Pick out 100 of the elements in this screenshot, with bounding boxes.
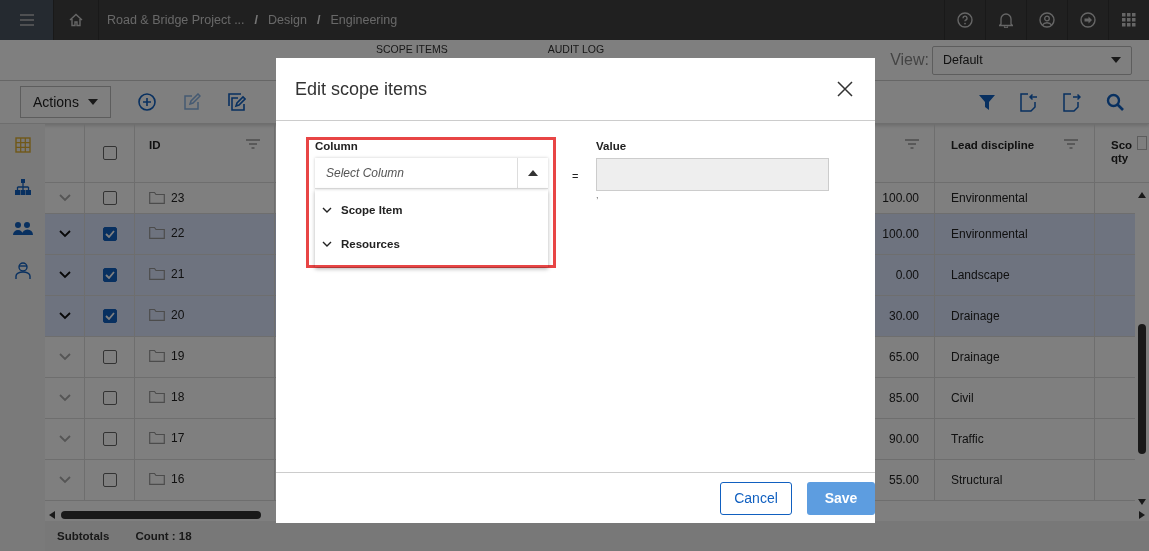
field-note: ,: [596, 191, 600, 199]
menu-option[interactable]: Resources: [315, 227, 548, 261]
search-icon[interactable]: [1106, 93, 1124, 111]
user-icon[interactable]: [1039, 12, 1055, 28]
column-dropdown[interactable]: Select Column: [315, 158, 548, 189]
field-label: Value: [596, 140, 628, 152]
folder-icon: [149, 390, 165, 403]
table-cell: 18: [171, 390, 185, 404]
bulk-edit-icon[interactable]: [228, 93, 246, 111]
row-checkbox[interactable]: [102, 309, 117, 323]
field-label: Column: [315, 140, 359, 152]
apps-icon[interactable]: [1122, 13, 1136, 27]
view-dropdown[interactable]: Default: [932, 45, 1132, 75]
edit-icon[interactable]: [183, 93, 201, 111]
table-cell: Environmental: [951, 191, 1028, 205]
chevron-icon[interactable]: [58, 435, 71, 443]
chevron-icon: [322, 207, 332, 213]
column-filter-icon[interactable]: [905, 139, 919, 149]
chevron-icon[interactable]: [58, 312, 71, 320]
filter-icon[interactable]: [979, 94, 995, 110]
chevron-icon[interactable]: [58, 271, 71, 279]
table-cell: 17: [171, 431, 185, 445]
column-filter-icon[interactable]: [246, 139, 260, 149]
table-cell: Civil: [951, 391, 974, 405]
table-cell: Environmental: [951, 227, 1028, 241]
table-cell: 16: [171, 472, 185, 486]
breadcrumb-link[interactable]: Engineering: [330, 13, 398, 27]
table-cell: Structural: [951, 473, 1003, 487]
table-cell: 21: [171, 267, 185, 281]
bell-icon[interactable]: [999, 12, 1013, 28]
menu-icon[interactable]: [19, 14, 34, 26]
column-header[interactable]: ID: [149, 139, 161, 151]
table-cell: 19: [171, 349, 185, 363]
table-cell: 20: [171, 308, 185, 322]
cancel-button[interactable]: Cancel: [720, 481, 792, 515]
chevron-icon: [322, 241, 332, 247]
table-cell: Landscape: [951, 268, 1010, 282]
row-count: Count : 18: [135, 530, 192, 542]
caret-icon: [88, 99, 98, 105]
table-cell: 30.00: [888, 309, 919, 323]
dialog-title: Edit scope items: [295, 78, 428, 100]
table-cell: 0.00: [895, 268, 919, 282]
save-button[interactable]: Save: [807, 481, 875, 515]
view-label: View:: [890, 51, 929, 69]
chevron-icon[interactable]: [58, 230, 71, 238]
folder-icon: [149, 267, 165, 280]
table-cell: 100.00: [882, 191, 919, 205]
add-icon[interactable]: [138, 93, 156, 111]
select-all-checkbox[interactable]: [102, 146, 117, 160]
equals-sign: =: [572, 170, 580, 182]
logout-icon[interactable]: [1080, 12, 1096, 28]
column-filter-icon[interactable]: [1064, 139, 1078, 149]
row-checkbox[interactable]: [102, 227, 117, 241]
caret-icon: [528, 170, 538, 176]
chevron-icon[interactable]: [58, 476, 71, 484]
subtotals-label: Subtotals: [57, 530, 110, 542]
folder-icon: [149, 349, 165, 362]
table-cell: Drainage: [951, 309, 1000, 323]
row-checkbox[interactable]: [102, 391, 117, 405]
hierarchy-icon[interactable]: [14, 179, 31, 195]
folder-icon: [149, 472, 165, 485]
tab[interactable]: SCOPE ITEMS: [376, 43, 448, 55]
folder-icon: [149, 191, 165, 204]
breadcrumb-separator: /: [316, 13, 322, 27]
chevron-icon[interactable]: [58, 353, 71, 361]
tab[interactable]: AUDIT LOG: [547, 43, 605, 55]
close-icon[interactable]: [837, 81, 853, 97]
row-checkbox[interactable]: [102, 432, 117, 446]
row-checkbox[interactable]: [102, 191, 117, 205]
column-header[interactable]: Lead discipline: [951, 139, 1035, 151]
table-cell: 23: [171, 191, 185, 205]
help-icon[interactable]: [957, 12, 973, 28]
row-checkbox[interactable]: [102, 350, 117, 364]
table-cell: 65.00: [888, 350, 919, 364]
table-cell: 22: [171, 226, 185, 240]
column-header[interactable]: Sco qty: [1111, 139, 1135, 165]
chevron-icon[interactable]: [58, 194, 71, 202]
row-checkbox[interactable]: [102, 473, 117, 487]
actions-dropdown[interactable]: Actions: [20, 86, 111, 118]
scroll-left-icon[interactable]: [49, 510, 55, 519]
breadcrumb-link[interactable]: Design: [268, 13, 307, 27]
table-cell: Drainage: [951, 350, 1000, 364]
breadcrumb-separator: /: [253, 13, 260, 27]
scroll-down-icon[interactable]: [1138, 499, 1146, 505]
menu-option[interactable]: Scope Item: [315, 193, 548, 227]
worker-icon[interactable]: [14, 261, 31, 279]
import-icon[interactable]: [1020, 92, 1038, 112]
table-cell: 90.00: [888, 432, 919, 446]
table-cell: 100.00: [882, 227, 919, 241]
export-icon[interactable]: [1063, 92, 1081, 112]
chevron-icon[interactable]: [58, 394, 71, 402]
scroll-up-icon[interactable]: [1138, 192, 1146, 198]
scroll-right-icon[interactable]: [1139, 510, 1145, 519]
people-icon[interactable]: [12, 221, 33, 235]
breadcrumb-link[interactable]: Road & Bridge Project ...: [107, 13, 245, 27]
table-cell: Traffic: [951, 432, 984, 446]
row-checkbox[interactable]: [102, 268, 117, 282]
home-icon[interactable]: [69, 13, 83, 27]
table-cell: 55.00: [888, 473, 919, 487]
folder-icon: [149, 226, 165, 239]
